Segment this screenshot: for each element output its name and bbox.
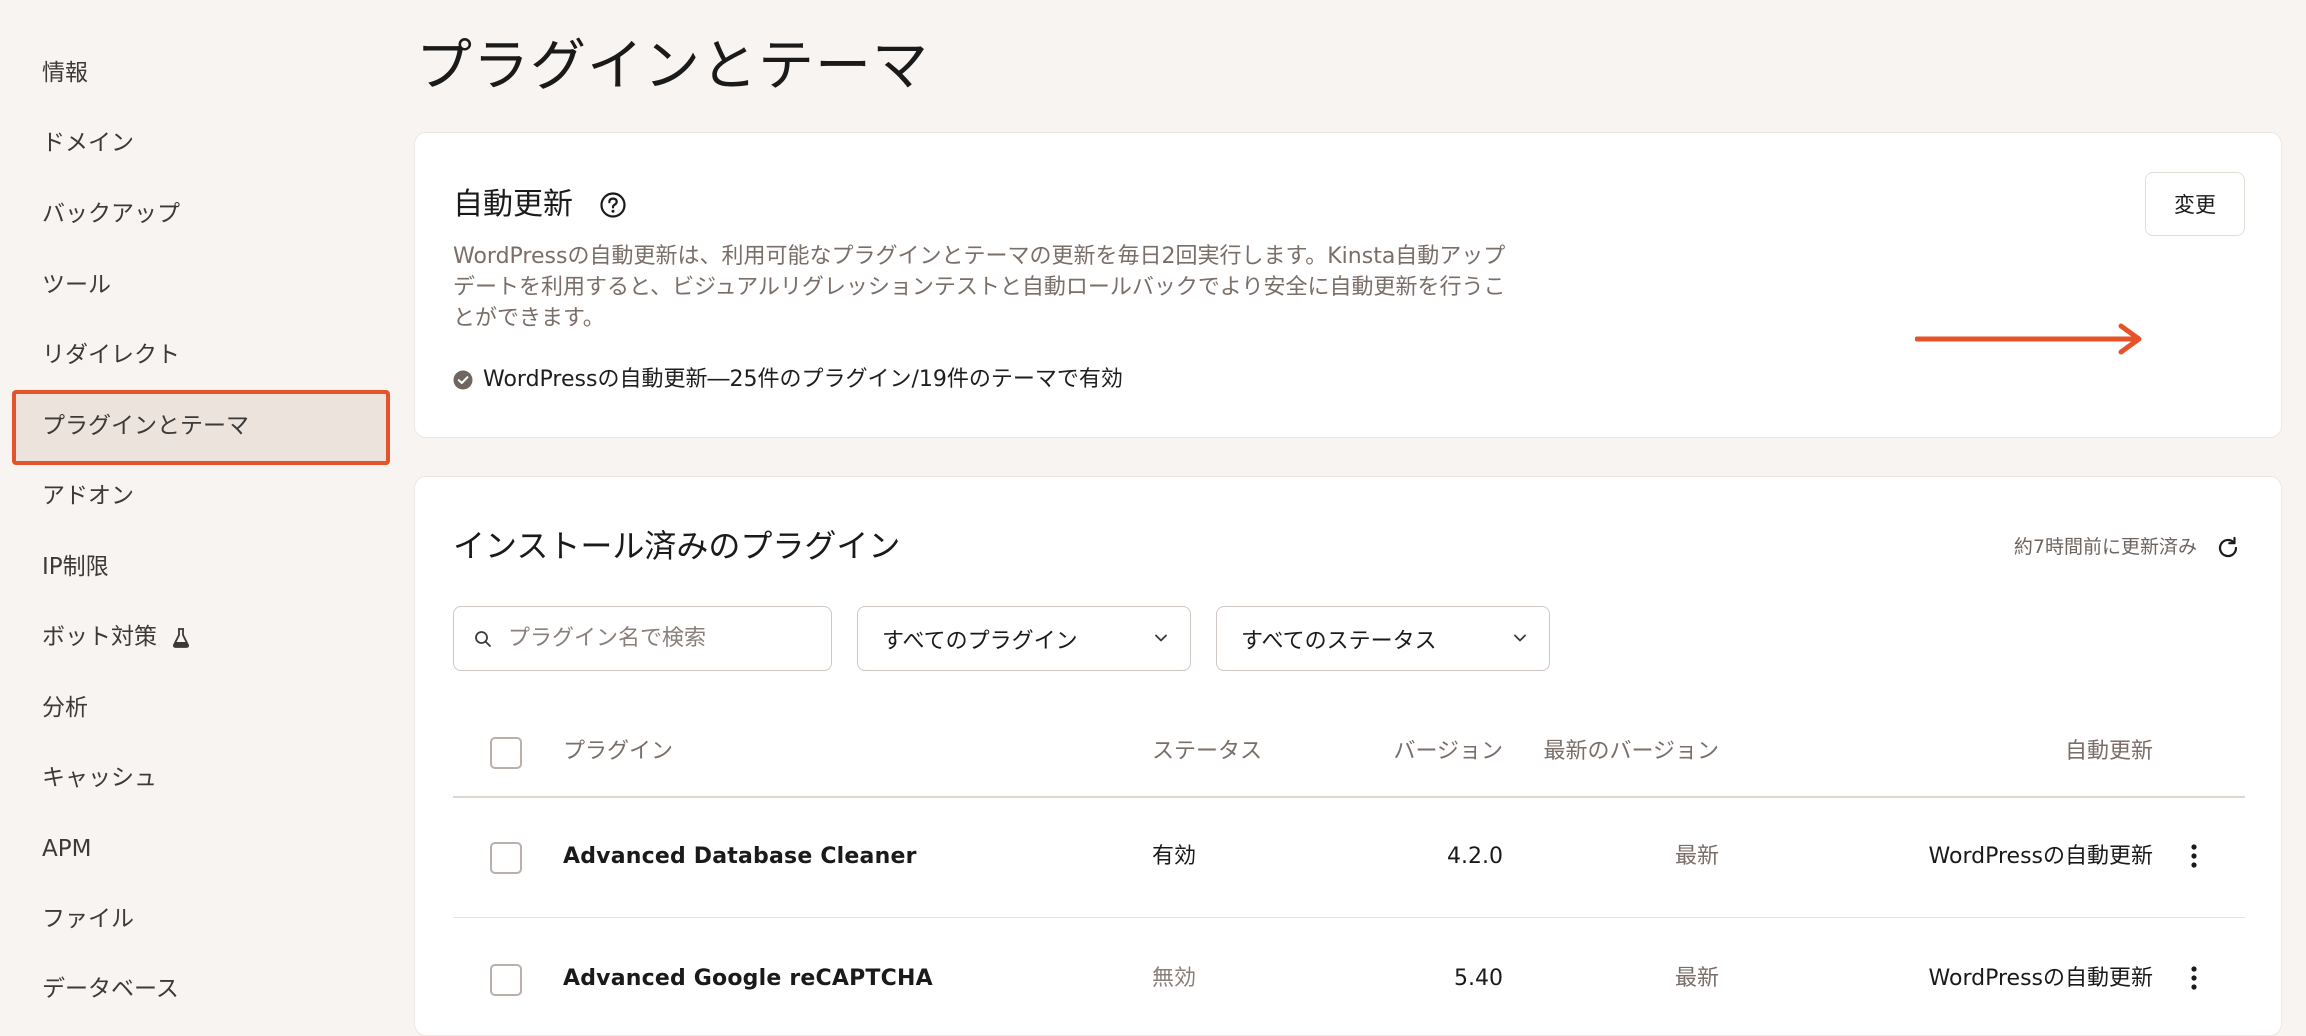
sidebar-item-tools[interactable]: ツール	[42, 270, 111, 300]
sidebar-item-addons[interactable]: アドオン	[42, 481, 134, 511]
plugin-status: 無効	[1152, 966, 1197, 991]
sidebar-item-database[interactable]: データベース	[42, 974, 179, 1004]
sidebar-item-files[interactable]: ファイル	[42, 904, 134, 934]
search-input[interactable]	[506, 625, 806, 652]
check-circle-icon	[453, 370, 473, 390]
column-header-auto-update[interactable]: 自動更新	[2065, 737, 2153, 767]
page-title: プラグインとテーマ	[416, 34, 929, 99]
chevron-down-icon	[1514, 634, 1526, 642]
row-checkbox[interactable]	[490, 964, 522, 996]
last-updated-text: 約7時間前に更新済み	[2013, 536, 2197, 558]
search-icon	[475, 630, 491, 647]
plugin-version: 4.2.0	[1447, 844, 1503, 869]
annotation-arrow-icon	[1915, 323, 2142, 355]
auto-update-description: WordPressの自動更新は、利用可能なプラグインとテーマの更新を毎日2回実行…	[453, 244, 1506, 331]
sidebar-item-domains[interactable]: ドメイン	[42, 128, 134, 158]
installed-plugins-card: インストール済みのプラグイン 約7時間前に更新済み すべてのプラグイン すべての…	[414, 476, 2282, 1036]
row-checkbox[interactable]	[490, 842, 522, 874]
plugin-status: 有効	[1152, 844, 1197, 869]
plugin-type-select-value: すべてのプラグイン	[882, 628, 1078, 654]
plugin-search[interactable]	[453, 606, 832, 671]
chevron-down-icon	[1155, 634, 1167, 642]
row-divider	[453, 917, 2245, 918]
plugin-version: 5.40	[1454, 966, 1503, 991]
plugin-name[interactable]: Advanced Database Cleaner	[563, 842, 917, 872]
table-header-divider	[453, 796, 2245, 798]
sidebar-item-ip-deny[interactable]: IP制限	[42, 552, 109, 582]
installed-plugins-title: インストール済みのプラグイン	[453, 527, 901, 565]
refresh-icon[interactable]	[2215, 535, 2241, 561]
more-options-icon[interactable]	[2189, 965, 2199, 991]
help-icon[interactable]	[599, 191, 627, 219]
flask-icon	[173, 627, 190, 648]
change-button[interactable]: 変更	[2145, 172, 2245, 236]
plugin-status-select[interactable]: すべてのステータス	[1216, 606, 1550, 671]
select-all-checkbox[interactable]	[490, 737, 522, 769]
plugin-latest-version: 最新	[1674, 844, 1719, 869]
column-header-status[interactable]: ステータス	[1152, 737, 1262, 767]
column-header-latest-version[interactable]: 最新のバージョン	[1543, 737, 1719, 767]
plugin-type-select[interactable]: すべてのプラグイン	[857, 606, 1191, 671]
plugin-latest-version: 最新	[1674, 966, 1719, 991]
column-header-version[interactable]: バージョン	[1393, 737, 1503, 767]
sidebar-item-label: ボット対策	[42, 624, 157, 650]
sidebar-item-bot-protection[interactable]: ボット対策	[42, 622, 190, 652]
auto-update-status-text: WordPressの自動更新―25件のプラグイン/19件のテーマで有効	[483, 367, 1123, 392]
sidebar-item-cache[interactable]: キャッシュ	[42, 763, 157, 793]
sidebar-item-analytics[interactable]: 分析	[42, 693, 88, 723]
sidebar-item-info[interactable]: 情報	[42, 58, 88, 88]
sidebar-item-apm[interactable]: APM	[42, 834, 91, 864]
sidebar: 情報 ドメイン バックアップ ツール リダイレクト プラグインとテーマ アドオン…	[0, 0, 400, 1022]
auto-update-title: 自動更新	[453, 187, 573, 222]
plugin-auto-update: WordPressの自動更新	[1928, 844, 2153, 869]
plugin-name[interactable]: Advanced Google reCAPTCHA	[563, 964, 933, 994]
sidebar-item-plugins-themes[interactable]: プラグインとテーマ	[42, 411, 249, 441]
plugin-auto-update: WordPressの自動更新	[1928, 966, 2153, 991]
sidebar-item-redirects[interactable]: リダイレクト	[42, 340, 180, 370]
plugin-status-select-value: すべてのステータス	[1241, 628, 1437, 654]
column-header-plugin[interactable]: プラグイン	[563, 737, 673, 767]
auto-update-status: WordPressの自動更新―25件のプラグイン/19件のテーマで有効	[453, 365, 1123, 395]
more-options-icon[interactable]	[2189, 843, 2199, 869]
sidebar-item-backups[interactable]: バックアップ	[42, 199, 180, 229]
auto-update-card: 自動更新 WordPressの自動更新は、利用可能なプラグインとテーマの更新を毎…	[414, 132, 2282, 438]
